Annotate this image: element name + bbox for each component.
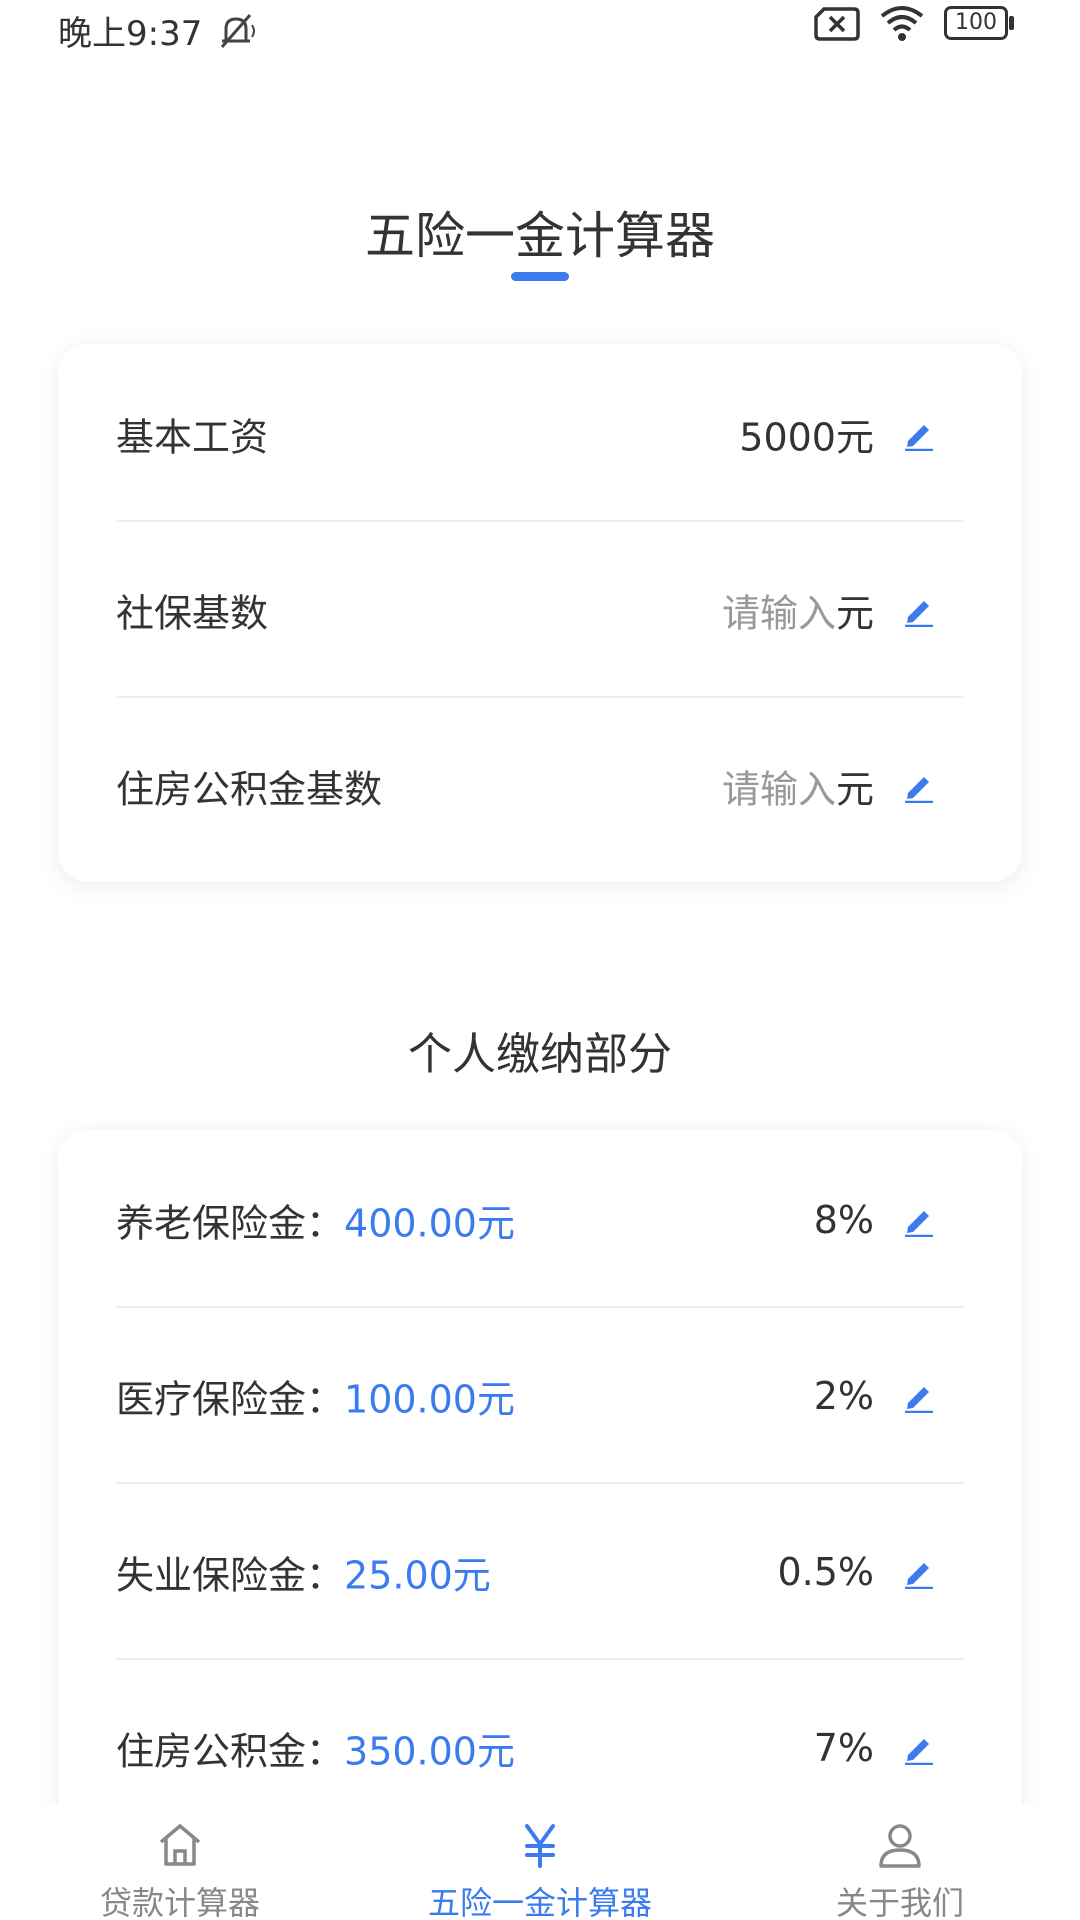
input-row-fund-base: 住房公积金基数 请输入元 — [116, 698, 964, 874]
input-label: 社保基数 — [116, 591, 269, 636]
edit-icon[interactable] — [902, 593, 936, 627]
bell-muted-icon — [221, 13, 256, 48]
home-icon — [159, 1824, 201, 1866]
contribution-amount: 350.00元 — [344, 1729, 515, 1774]
contribution-amount: 400.00元 — [344, 1201, 515, 1246]
input-row-social-base: 社保基数 请输入元 — [116, 522, 964, 698]
social-base-input[interactable]: 请输入元 — [722, 583, 874, 638]
tab-about-us[interactable]: 关于我们 — [720, 1804, 1080, 1920]
input-label: 基本工资 — [116, 415, 269, 460]
input-unit: 元 — [835, 591, 874, 636]
contribution-rate[interactable]: 0.5% — [777, 1550, 874, 1594]
input-unit: 元 — [835, 415, 874, 460]
tab-label: 五险一金计算器 — [427, 1884, 652, 1920]
contribution-label: 住房公积金：350.00元 — [116, 1721, 515, 1776]
input-row-salary: 基本工资 5000元 — [116, 346, 964, 522]
title-underline — [511, 272, 569, 281]
tab-label: 贷款计算器 — [99, 1884, 260, 1920]
edit-icon[interactable] — [902, 1379, 936, 1413]
edit-icon[interactable] — [902, 1731, 936, 1765]
contribution-name: 住房公积金： — [116, 1729, 345, 1774]
user-icon — [879, 1824, 921, 1868]
input-unit: 元 — [835, 767, 874, 812]
tab-insurance-calculator[interactable]: 五险一金计算器 — [360, 1804, 720, 1920]
section-title: 个人缴纳部分 — [408, 1029, 672, 1080]
input-label: 住房公积金基数 — [116, 767, 383, 812]
contribution-row-unemployment: 失业保险金：25.00元 0.5% — [116, 1484, 964, 1660]
battery-level: 100 — [955, 10, 997, 35]
input-placeholder: 请输入 — [721, 591, 836, 636]
edit-icon[interactable] — [902, 769, 936, 803]
contribution-rate[interactable]: 2% — [814, 1374, 874, 1418]
edit-icon[interactable] — [902, 417, 936, 451]
fund-base-input[interactable]: 请输入元 — [722, 759, 874, 814]
wifi-icon — [880, 6, 924, 41]
contribution-label: 养老保险金：400.00元 — [116, 1193, 515, 1248]
contribution-name: 医疗保险金： — [116, 1377, 345, 1422]
battery-icon: 100 — [944, 6, 1014, 40]
bottom-tab-bar: 贷款计算器 五险一金计算器 关于我们 — [0, 1804, 1080, 1920]
contribution-amount: 100.00元 — [344, 1377, 515, 1422]
yen-icon — [525, 1824, 555, 1868]
input-placeholder: 请输入 — [721, 767, 836, 812]
contribution-label: 医疗保险金：100.00元 — [116, 1369, 515, 1424]
status-icons: 100 — [814, 4, 1014, 42]
input-card: 基本工资 5000元 社保基数 请输入元 住房公积金基数 请输入元 — [58, 344, 1022, 882]
contribution-rate[interactable]: 7% — [814, 1726, 874, 1770]
edit-icon[interactable] — [902, 1555, 936, 1589]
contribution-row-pension: 养老保险金：400.00元 8% — [116, 1132, 964, 1308]
input-value: 5000 — [739, 415, 836, 460]
no-sim-icon — [814, 7, 860, 41]
tab-loan-calculator[interactable]: 贷款计算器 — [0, 1804, 360, 1920]
page-title: 五险一金计算器 — [365, 207, 715, 265]
tab-label: 关于我们 — [835, 1884, 964, 1920]
edit-icon[interactable] — [902, 1203, 936, 1237]
contribution-row-medical: 医疗保险金：100.00元 2% — [116, 1308, 964, 1484]
contributions-card: 养老保险金：400.00元 8% 医疗保险金：100.00元 2% 失业保险金：… — [58, 1130, 1022, 1890]
status-time-text: 晚上9:37 — [58, 14, 203, 54]
contribution-name: 养老保险金： — [116, 1201, 345, 1246]
salary-input[interactable]: 5000元 — [739, 407, 874, 462]
contribution-rate[interactable]: 8% — [814, 1198, 874, 1242]
status-bar: 晚上9:37 100 — [0, 0, 1080, 60]
contribution-label: 失业保险金：25.00元 — [116, 1545, 491, 1600]
status-time: 晚上9:37 — [58, 6, 260, 55]
contribution-name: 失业保险金： — [116, 1553, 345, 1598]
contribution-amount: 25.00元 — [344, 1553, 491, 1598]
